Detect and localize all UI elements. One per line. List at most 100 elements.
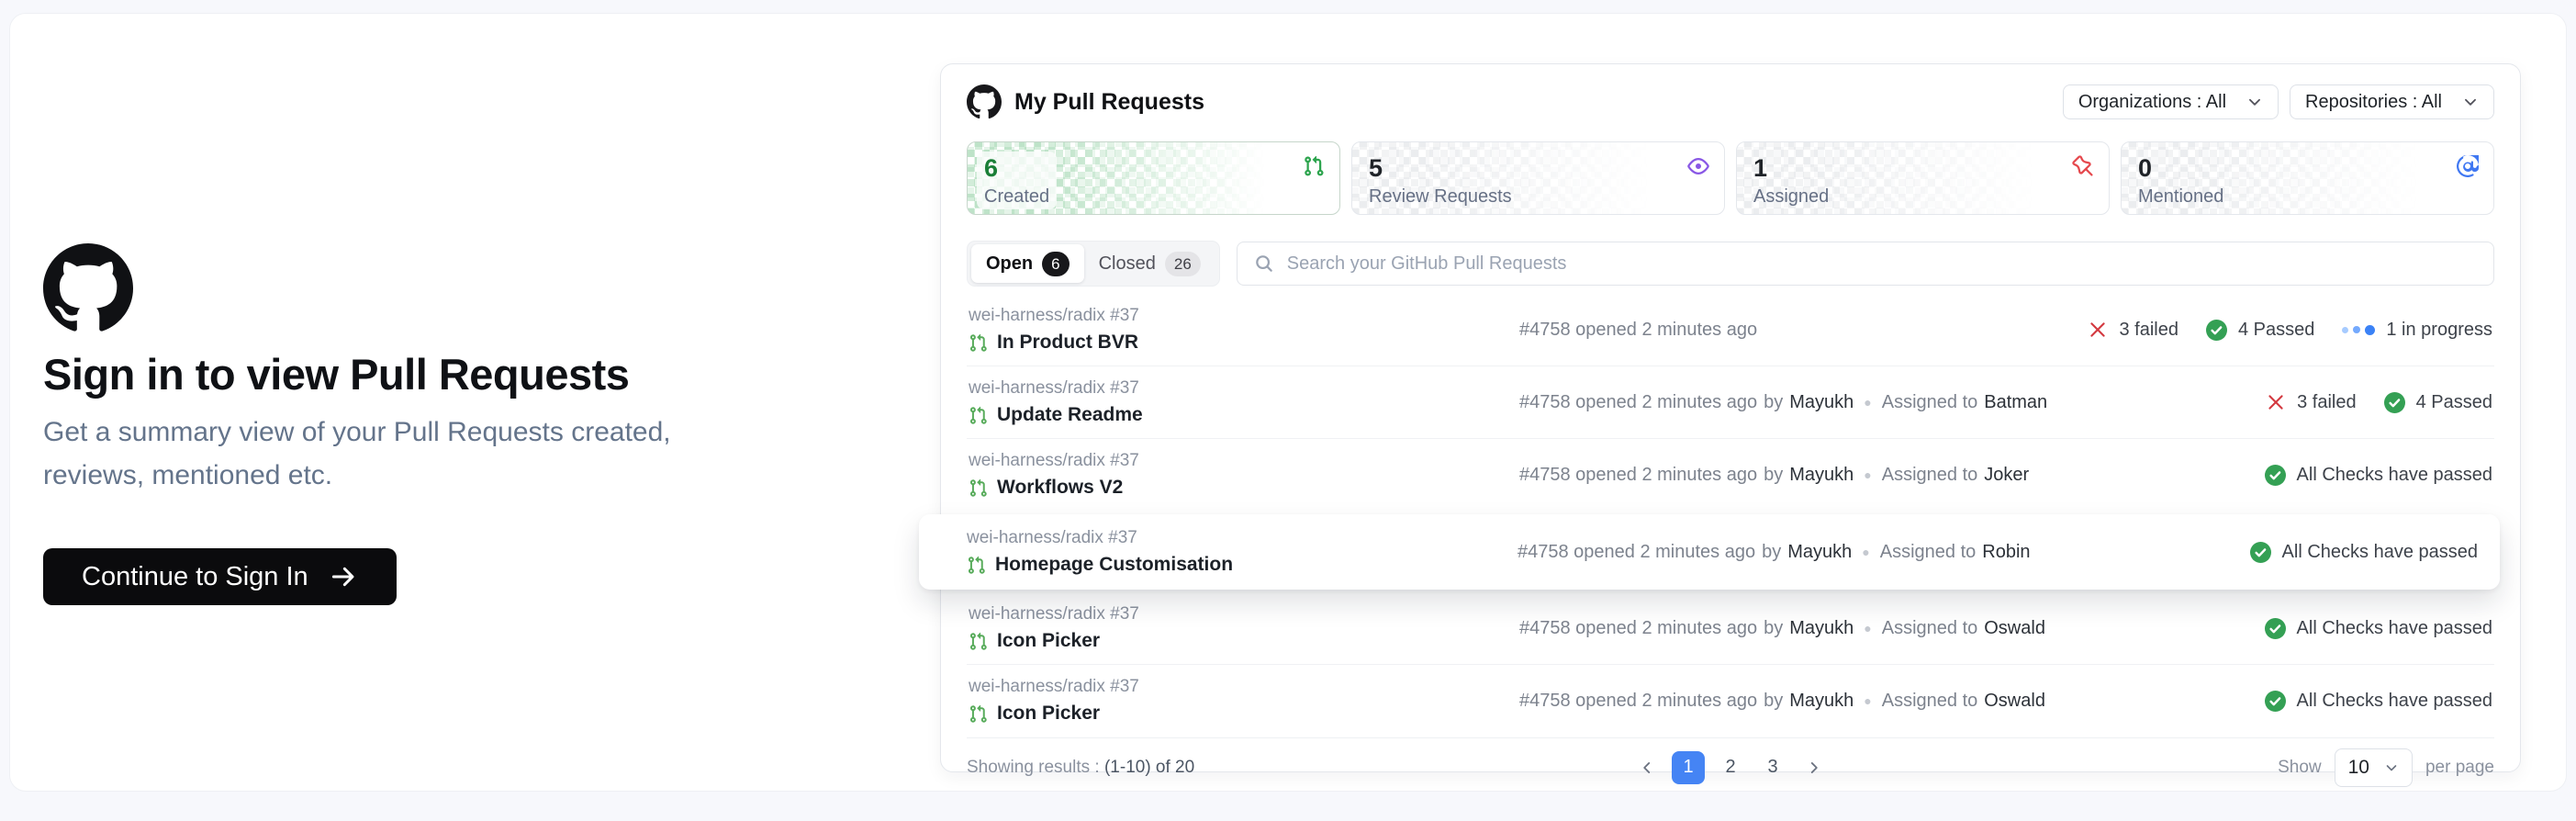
next-page-button[interactable] — [1798, 752, 1830, 783]
tab-open-count-badge: 6 — [1042, 252, 1069, 276]
per-page-control: Show 10 per page — [2278, 748, 2494, 787]
page-size-value: 10 — [2348, 757, 2369, 779]
pr-title-block: wei-harness/radix #37 In Product BVR — [969, 306, 1519, 354]
page-button-3[interactable]: 3 — [1756, 751, 1789, 784]
pull-requests-panel: My Pull Requests Organizations : All Rep… — [940, 63, 2521, 772]
check-circle-icon — [2250, 542, 2271, 563]
pr-meta: #4758 opened 2 minutes ago by ● Assigned… — [1519, 320, 2088, 341]
pull-request-row[interactable]: wei-harness/radix #37 Icon Picker #4758 … — [967, 592, 2494, 665]
check-chip-failed: 3 failed — [2266, 392, 2357, 413]
page-button-1[interactable]: 1 — [1672, 751, 1705, 784]
mentioned-count: 0 — [2138, 153, 2223, 183]
list-toolbar: Open 6 Closed 26 — [967, 241, 2494, 287]
review-requests-count: 5 — [1369, 153, 1512, 183]
meta-dot-separator: ● — [1860, 395, 1875, 410]
pr-repo-ref: wei-harness/radix #37 — [969, 604, 1519, 624]
state-tab-group: Open 6 Closed 26 — [967, 241, 1220, 287]
pr-by-label: by — [1764, 392, 1783, 413]
check-chip-passed: All Checks have passed — [2265, 691, 2492, 712]
pr-author: Mayukh — [1789, 392, 1854, 413]
pr-author: Mayukh — [1789, 465, 1854, 486]
pr-by-label: by — [1764, 465, 1783, 486]
organizations-filter-label: Organizations : All — [2078, 92, 2226, 113]
search-icon — [1254, 253, 1274, 274]
pull-request-row[interactable]: wei-harness/radix #37 Icon Picker #4758 … — [967, 665, 2494, 737]
pull-request-icon — [969, 632, 988, 651]
search-input[interactable] — [1287, 253, 2477, 275]
pr-repo-ref: wei-harness/radix #37 — [969, 451, 1519, 471]
stat-card-assigned[interactable]: 1 Assigned — [1736, 141, 2110, 215]
pr-title-block: wei-harness/radix #37 Workflows V2 — [969, 451, 1519, 499]
stat-card-created[interactable]: 6 Created — [967, 141, 1340, 215]
pull-request-row[interactable]: wei-harness/radix #37 In Product BVR #47… — [967, 294, 2494, 366]
check-chip-label: All Checks have passed — [2297, 691, 2492, 712]
pr-title: Workflows V2 — [997, 477, 1123, 499]
check-chip-label: 1 in progress — [2386, 320, 2492, 341]
check-circle-icon — [2265, 465, 2286, 486]
pr-meta: #4758 opened 2 minutes ago by Mayukh ● A… — [1519, 465, 2265, 486]
pr-meta: #4758 opened 2 minutes ago by Mayukh ● A… — [1518, 542, 2250, 563]
pr-by-label: by — [1762, 542, 1781, 563]
pr-title: Icon Picker — [997, 703, 1100, 725]
pr-assignee: Oswald — [1984, 618, 2045, 639]
check-chip-passed: 4 Passed — [2384, 392, 2492, 413]
pull-request-icon — [969, 333, 988, 353]
assigned-label: Assigned — [1753, 186, 1829, 208]
previous-page-button[interactable] — [1631, 752, 1663, 783]
check-chip-label: All Checks have passed — [2282, 542, 2478, 563]
pull-request-list: wei-harness/radix #37 In Product BVR #47… — [967, 294, 2494, 737]
pr-status-checks: All Checks have passed — [2265, 465, 2492, 486]
check-chip-passed: All Checks have passed — [2265, 465, 2492, 486]
pr-status-checks: 3 failed 4 Passed — [2266, 392, 2492, 413]
stat-card-mentioned[interactable]: 0 Mentioned — [2121, 141, 2494, 215]
created-count: 6 — [984, 153, 1049, 183]
meta-dot-separator: ● — [1860, 621, 1875, 635]
check-chip-label: All Checks have passed — [2297, 618, 2492, 639]
check-chip-passed: 4 Passed — [2206, 320, 2314, 341]
signin-title: Sign in to view Pull Requests — [43, 349, 814, 400]
pr-assigned-label: Assigned to — [1882, 691, 1978, 712]
pull-request-row[interactable]: wei-harness/radix #37 Homepage Customisa… — [919, 514, 2500, 590]
meta-dot-separator: ● — [1860, 693, 1875, 708]
tab-closed[interactable]: Closed 26 — [1084, 244, 1215, 283]
pr-by-label: by — [1764, 618, 1783, 639]
pull-request-icon — [969, 478, 988, 498]
check-circle-icon — [2265, 691, 2286, 712]
assigned-count: 1 — [1753, 153, 1829, 183]
pull-request-icon — [969, 406, 988, 425]
search-box — [1237, 242, 2494, 286]
pr-author: Mayukh — [1787, 542, 1852, 563]
pr-title: Icon Picker — [997, 630, 1100, 652]
pr-assigned-label: Assigned to — [1882, 465, 1978, 486]
pr-author: Mayukh — [1789, 691, 1854, 712]
pr-meta: #4758 opened 2 minutes ago by Mayukh ● A… — [1519, 618, 2265, 639]
pr-assignee: Joker — [1984, 465, 2029, 486]
pull-request-row[interactable]: wei-harness/radix #37 Update Readme #475… — [967, 366, 2494, 439]
pr-title: Homepage Customisation — [995, 554, 1233, 576]
panel-header: My Pull Requests Organizations : All Rep… — [967, 84, 2494, 119]
stat-card-review-requests[interactable]: 5 Review Requests — [1351, 141, 1725, 215]
signin-section: Sign in to view Pull Requests Get a summ… — [43, 243, 814, 605]
pr-assignee: Robin — [1982, 542, 2030, 563]
check-chip-passed: All Checks have passed — [2265, 618, 2492, 639]
panel-filters: Organizations : All Repositories : All — [2063, 84, 2494, 119]
repositories-filter-select[interactable]: Repositories : All — [2290, 84, 2494, 119]
page-button-2[interactable]: 2 — [1714, 751, 1747, 784]
check-chip-progress: 1 in progress — [2342, 320, 2492, 341]
pr-title-block: wei-harness/radix #37 Update Readme — [969, 378, 1519, 426]
pr-opened-text: #4758 opened 2 minutes ago — [1519, 320, 1757, 341]
page-size-select[interactable]: 10 — [2335, 748, 2413, 787]
mentioned-label: Mentioned — [2138, 186, 2223, 208]
meta-dot-separator: ● — [1860, 467, 1875, 482]
check-chip-failed: 3 failed — [2088, 320, 2178, 341]
pr-title-block: wei-harness/radix #37 Icon Picker — [969, 677, 1519, 725]
organizations-filter-select[interactable]: Organizations : All — [2063, 84, 2279, 119]
tab-open[interactable]: Open 6 — [971, 244, 1084, 283]
eye-icon — [1687, 155, 1709, 177]
continue-sign-in-button[interactable]: Continue to Sign In — [43, 548, 397, 605]
check-chip-passed: All Checks have passed — [2250, 542, 2478, 563]
tab-closed-count-badge: 26 — [1165, 252, 1201, 276]
pull-request-row[interactable]: wei-harness/radix #37 Workflows V2 #4758… — [967, 439, 2494, 512]
panel-title: My Pull Requests — [1014, 89, 1204, 116]
pr-assignee: Batman — [1984, 392, 2047, 413]
